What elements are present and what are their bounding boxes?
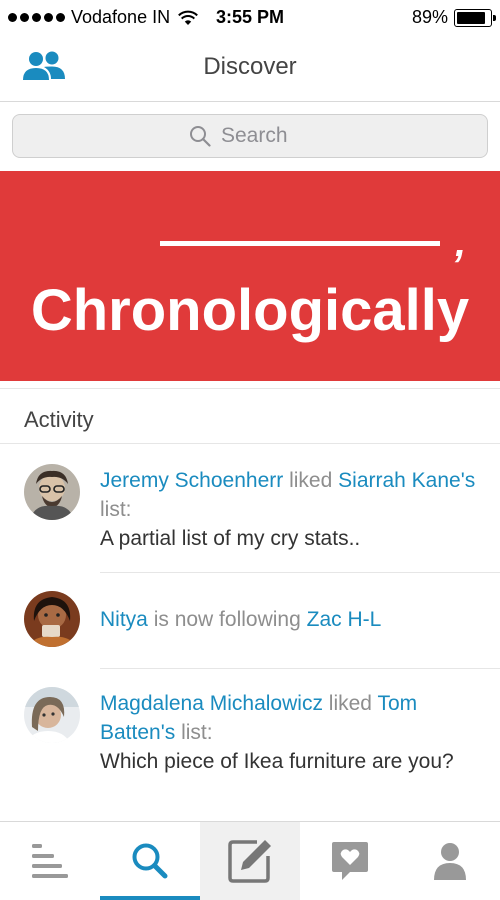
search-icon bbox=[132, 843, 168, 879]
tab-bar bbox=[0, 821, 500, 900]
activity-action: liked bbox=[289, 469, 333, 492]
tab-profile[interactable] bbox=[400, 822, 500, 900]
featured-banner[interactable]: , Chronologically bbox=[0, 171, 500, 381]
activity-header: Activity bbox=[0, 388, 500, 444]
user-link[interactable]: Nitya bbox=[100, 608, 148, 631]
activity-title: Activity bbox=[24, 407, 94, 432]
divider bbox=[100, 572, 500, 573]
activity-text: Nitya is now following Zac H-L bbox=[100, 605, 480, 634]
avatar[interactable] bbox=[24, 464, 80, 520]
status-right: 89% bbox=[411, 7, 496, 28]
activity-suffix: list: bbox=[181, 721, 213, 744]
tab-messages[interactable] bbox=[300, 822, 400, 900]
battery-percent: 89% bbox=[411, 7, 448, 27]
divider bbox=[100, 668, 500, 669]
activity-text: Magdalena Michalowicz liked Tom Batten's… bbox=[100, 689, 480, 776]
banner-comma: , bbox=[455, 221, 467, 265]
activity-text: Jeremy Schoenherr liked Siarrah Kane's l… bbox=[100, 466, 480, 553]
tab-compose[interactable] bbox=[200, 822, 300, 900]
page-title: Discover bbox=[203, 53, 297, 80]
heart-message-icon bbox=[332, 842, 368, 880]
banner-blank-line bbox=[160, 241, 440, 246]
search-bar[interactable] bbox=[12, 114, 488, 158]
search-icon bbox=[190, 126, 211, 147]
status-bar: Vodafone IN 3:55 PM 89% bbox=[0, 0, 500, 36]
profile-icon bbox=[434, 843, 466, 880]
list-title-link[interactable]: Which piece of Ikea furniture are you? bbox=[100, 747, 480, 776]
compose-icon bbox=[228, 840, 271, 883]
tab-feed[interactable] bbox=[0, 822, 100, 900]
user-link[interactable]: Jeremy Schoenherr bbox=[100, 469, 283, 492]
activity-action: liked bbox=[328, 692, 372, 715]
battery-fill bbox=[457, 11, 486, 24]
battery-icon bbox=[454, 8, 496, 27]
tab-search[interactable] bbox=[100, 822, 200, 900]
target-link[interactable]: Zac H-L bbox=[307, 608, 382, 631]
list-title-link[interactable]: A partial list of my cry stats.. bbox=[100, 524, 480, 553]
user-link[interactable]: Magdalena Michalowicz bbox=[100, 692, 323, 715]
avatar[interactable] bbox=[24, 591, 80, 647]
banner-title: Chronologically bbox=[30, 278, 470, 343]
feed-icon bbox=[32, 844, 68, 878]
activity-action: is now following bbox=[153, 608, 301, 631]
target-link[interactable]: Siarrah Kane's bbox=[338, 469, 475, 492]
activity-suffix: list: bbox=[100, 498, 132, 521]
nav-bar: Discover bbox=[0, 36, 500, 102]
search-input[interactable] bbox=[221, 124, 311, 148]
avatar[interactable] bbox=[24, 687, 80, 743]
